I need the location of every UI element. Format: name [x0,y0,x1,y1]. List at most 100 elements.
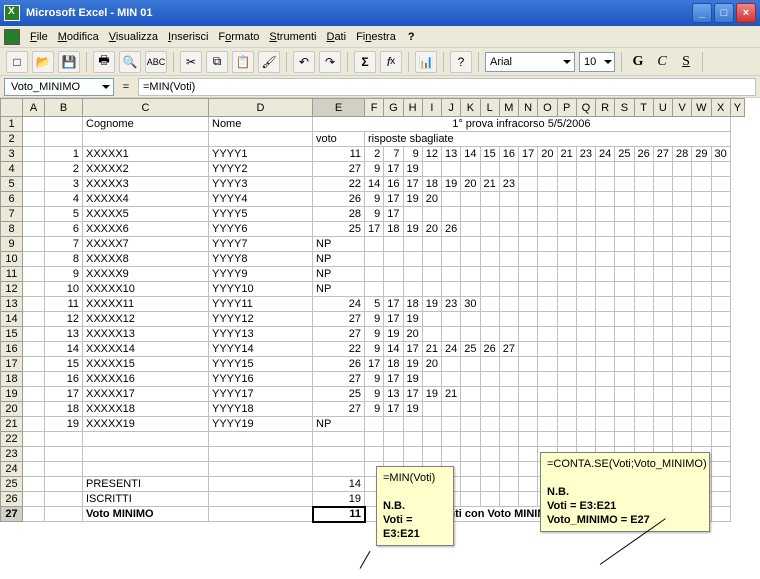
cell[interactable] [480,282,499,297]
col-I[interactable]: I [422,99,441,117]
cell[interactable] [519,267,538,282]
cell[interactable] [673,177,692,192]
cell[interactable] [596,432,615,447]
cell[interactable] [557,312,576,327]
cell[interactable] [45,507,83,522]
cell[interactable]: 15 [45,357,83,372]
cell[interactable] [538,402,557,417]
cell[interactable] [23,177,45,192]
cell[interactable]: 17 [384,192,403,207]
cell[interactable] [23,237,45,252]
cell[interactable] [557,297,576,312]
cell[interactable] [711,402,730,417]
cell[interactable] [499,477,518,492]
cell[interactable]: 23 [442,297,461,312]
cell[interactable] [692,222,711,237]
cell[interactable]: voto [313,132,365,147]
cell[interactable] [692,402,711,417]
cell[interactable] [23,297,45,312]
cell[interactable] [499,492,518,507]
cell[interactable] [576,192,595,207]
cell[interactable]: 25 [313,222,365,237]
cell[interactable]: 19 [313,492,365,507]
cell[interactable] [673,432,692,447]
cell[interactable]: 14 [45,342,83,357]
cell[interactable] [711,342,730,357]
cell[interactable] [653,372,672,387]
cell[interactable] [673,252,692,267]
cell[interactable] [673,387,692,402]
cell[interactable] [313,462,365,477]
cell[interactable] [499,372,518,387]
cell[interactable] [480,387,499,402]
cell[interactable] [673,342,692,357]
cell[interactable]: XXXXX19 [83,417,209,432]
cell[interactable]: 26 [313,357,365,372]
cell[interactable]: XXXXX5 [83,207,209,222]
cell[interactable] [692,207,711,222]
cell[interactable] [615,267,634,282]
cell[interactable] [557,387,576,402]
cell[interactable] [538,327,557,342]
cell[interactable]: XXXXX2 [83,162,209,177]
cell[interactable] [83,132,209,147]
cell[interactable] [692,387,711,402]
row-19[interactable]: 19 [1,387,23,402]
cell[interactable] [711,312,730,327]
cell[interactable] [692,282,711,297]
cell[interactable] [576,312,595,327]
cell[interactable] [480,162,499,177]
cell[interactable] [23,462,45,477]
cell[interactable] [461,192,480,207]
cell[interactable] [557,417,576,432]
cell[interactable] [461,252,480,267]
cell[interactable]: 7 [384,147,403,162]
cell[interactable] [596,402,615,417]
cell[interactable] [499,207,518,222]
cell[interactable]: Voto MINIMO [83,507,209,522]
cell[interactable] [615,417,634,432]
cell[interactable] [442,252,461,267]
cell[interactable]: 17 [519,147,538,162]
cell[interactable]: 19 [403,402,422,417]
cell[interactable] [673,357,692,372]
cell[interactable] [711,252,730,267]
cell[interactable] [422,402,441,417]
cell[interactable] [461,447,480,462]
cell[interactable] [384,282,403,297]
cell[interactable] [711,327,730,342]
copy-button[interactable]: ⧉ [206,51,228,73]
cell[interactable]: YYYY2 [209,162,313,177]
col-Y[interactable]: Y [730,99,744,117]
row-22[interactable]: 22 [1,432,23,447]
cell[interactable] [615,282,634,297]
cell[interactable] [576,297,595,312]
cell[interactable] [557,342,576,357]
cell[interactable] [692,357,711,372]
cell[interactable] [576,327,595,342]
cell[interactable]: YYYY14 [209,342,313,357]
cell[interactable] [634,297,653,312]
cell[interactable] [634,402,653,417]
cell[interactable] [403,417,422,432]
cell[interactable] [557,432,576,447]
col-F[interactable]: F [365,99,384,117]
cell[interactable] [23,432,45,447]
cell[interactable] [422,282,441,297]
cell[interactable]: 5 [365,297,384,312]
cell[interactable] [711,462,730,477]
cell[interactable] [461,372,480,387]
cell[interactable] [634,267,653,282]
cell[interactable] [596,267,615,282]
cell[interactable] [634,192,653,207]
col-X[interactable]: X [711,99,730,117]
cell[interactable]: 4 [45,192,83,207]
cell[interactable]: 30 [461,297,480,312]
format-painter-button[interactable]: 🖌 [258,51,280,73]
cell[interactable]: PRESENTI [83,477,209,492]
cell[interactable] [615,207,634,222]
cell[interactable] [576,387,595,402]
cell[interactable]: XXXXX4 [83,192,209,207]
cell[interactable] [615,357,634,372]
cell[interactable] [23,222,45,237]
